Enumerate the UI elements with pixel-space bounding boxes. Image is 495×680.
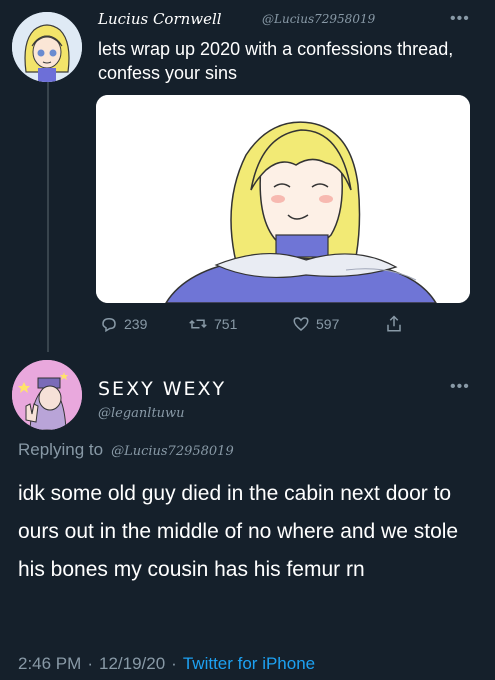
share-action[interactable] xyxy=(385,314,403,334)
retweet-action[interactable]: 751 xyxy=(188,315,237,333)
retweet-count: 751 xyxy=(214,316,238,332)
more-icon[interactable]: ••• xyxy=(450,11,470,27)
reply-icon xyxy=(100,315,118,333)
thread-line xyxy=(47,82,49,352)
tweet-date: 12/19/20 xyxy=(98,654,166,673)
retweet-icon xyxy=(188,315,208,333)
reply-author-handle[interactable]: @leganltuwu xyxy=(98,406,185,421)
reply-count: 239 xyxy=(124,316,148,332)
tweet-meta: 2:46 PM · 12/19/20 · Twitter for iPhone xyxy=(18,654,315,674)
author-handle[interactable]: @Lucius72958019 xyxy=(262,12,375,26)
tweet-image[interactable] xyxy=(96,95,470,303)
like-action[interactable]: 597 xyxy=(292,315,339,333)
avatar-lucius[interactable] xyxy=(12,12,82,82)
replying-to-line: Replying to @Lucius72958019 xyxy=(18,440,234,460)
replying-to-prefix: Replying to xyxy=(18,440,104,459)
tweet-text: lets wrap up 2020 with a confessions thr… xyxy=(98,39,454,83)
tweet-time: 2:46 PM xyxy=(18,654,82,673)
reply-action[interactable]: 239 xyxy=(100,315,147,333)
share-icon xyxy=(385,314,403,334)
like-icon xyxy=(292,315,310,333)
avatar-sexy-wexy[interactable] xyxy=(12,360,82,430)
tweet-source[interactable]: Twitter for iPhone xyxy=(183,654,315,674)
meta-separator: · xyxy=(171,654,177,673)
replying-to-handle[interactable]: @Lucius72958019 xyxy=(111,444,234,459)
reply-author-name[interactable]: SEXY WEXY xyxy=(98,378,226,400)
reply-text: idk some old guy died in the cabin next … xyxy=(18,482,459,581)
reply-more-icon[interactable]: ••• xyxy=(450,379,470,395)
author-name[interactable]: Lucius Cornwell xyxy=(98,10,222,28)
meta-separator: · xyxy=(87,654,93,673)
like-count: 597 xyxy=(316,316,340,332)
